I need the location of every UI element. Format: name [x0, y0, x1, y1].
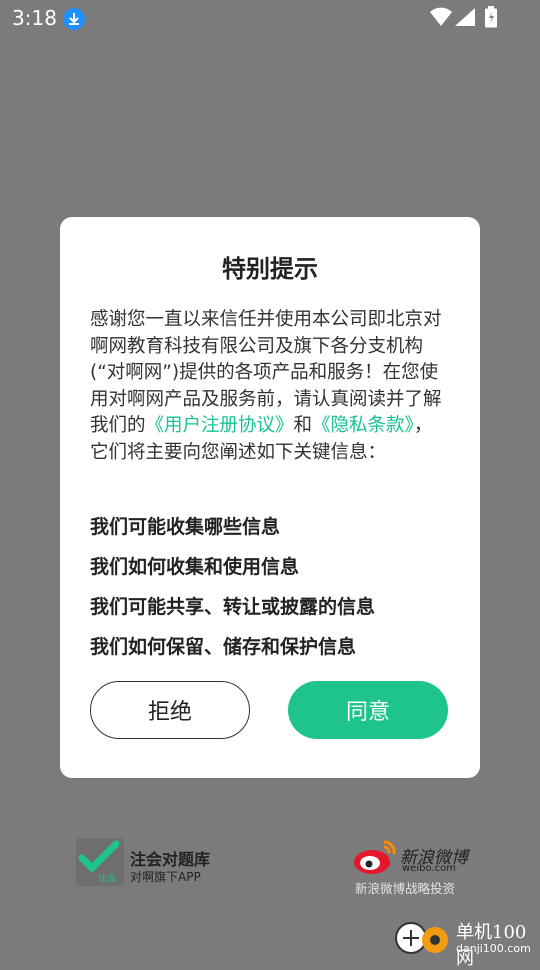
dialog-body: 感谢您一直以来信任并使用本公司即北京对啊网教育科技有限公司及旗下各分支机构(“对…	[90, 307, 450, 466]
status-time: 3:18	[12, 6, 57, 30]
list-item: 我们可能共享、转让或披露的信息	[90, 596, 376, 618]
reject-button[interactable]: 拒绝	[90, 681, 250, 739]
list-item: 我们如何收集和使用信息	[90, 556, 300, 578]
weibo-icon	[354, 840, 396, 874]
privacy-policy-link[interactable]: 《隐私条款》	[312, 415, 414, 436]
app-logo: 注会	[76, 838, 124, 886]
privacy-dialog: 特别提示 感谢您一直以来信任并使用本公司即北京对啊网教育科技有限公司及旗下各分支…	[60, 217, 480, 778]
wifi-icon	[430, 7, 452, 26]
watermark-url: danji100.com	[456, 942, 531, 955]
app-subtitle: 对啊旗下APP	[130, 870, 201, 884]
battery-icon	[485, 6, 497, 28]
status-bar: 3:18	[0, 0, 540, 36]
watermark-logo-icon	[395, 922, 448, 954]
app-name: 注会对题库	[130, 850, 211, 869]
list-item: 我们可能收集哪些信息	[90, 516, 281, 538]
weibo-url: weibo.com	[402, 863, 456, 874]
agree-button[interactable]: 同意	[288, 681, 448, 739]
key-info-list: 我们可能收集哪些信息 我们如何收集和使用信息 我们可能共享、转让或披露的信息 我…	[90, 513, 460, 673]
user-agreement-link[interactable]: 《用户注册协议》	[146, 415, 294, 436]
weibo-subtitle: 新浪微博战略投资	[355, 881, 456, 896]
dialog-and-text: 和	[293, 415, 313, 436]
app-icon-label: 注会	[98, 874, 117, 884]
signal-icon	[455, 8, 475, 26]
list-item: 我们如何保留、储存和保护信息	[90, 636, 357, 658]
dialog-title: 特别提示	[222, 255, 318, 283]
download-icon	[63, 8, 85, 30]
